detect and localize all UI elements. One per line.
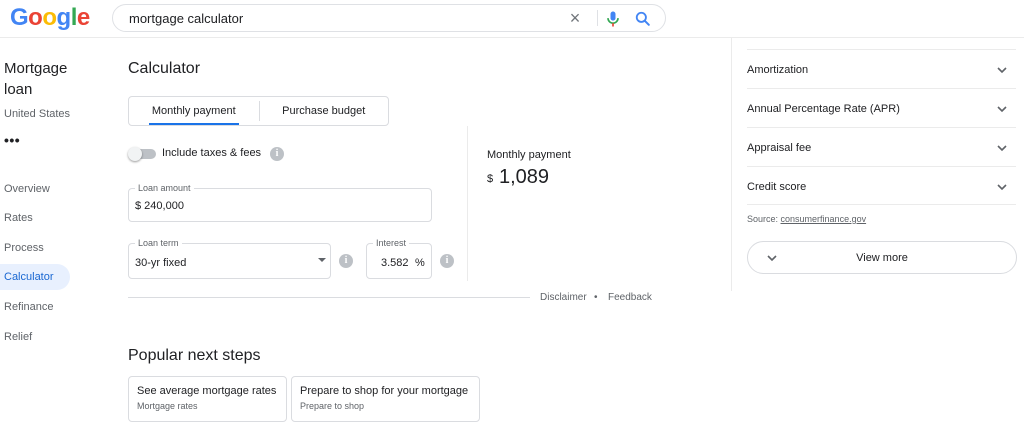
search-box[interactable]: mortgage calculator × — [112, 4, 666, 32]
disclaimer-link[interactable]: Disclaimer — [540, 292, 587, 303]
include-taxes-toggle[interactable] — [128, 147, 158, 161]
monthly-payment-amount: 1,089 — [499, 166, 550, 188]
logo-letter: o — [28, 4, 43, 31]
nav-item-process[interactable]: Process — [0, 235, 70, 261]
faq-item-appraisal-fee[interactable]: Appraisal fee — [747, 127, 1016, 166]
loan-term-select[interactable]: Loan term 30-yr fixed — [128, 238, 331, 279]
nav-item-refinance[interactable]: Refinance — [0, 294, 70, 320]
chevron-down-icon — [997, 184, 1007, 191]
nav-item-overview[interactable]: Overview — [0, 176, 70, 202]
loan-amount-label: Loan amount — [135, 183, 194, 194]
loan-term-label: Loan term — [135, 238, 182, 249]
loan-amount-field[interactable]: Loan amount $ 240,000 — [128, 183, 432, 222]
nav-item-rates[interactable]: Rates — [0, 205, 70, 231]
source-link[interactable]: consumerfinance.gov — [781, 214, 867, 224]
right-panel-border — [731, 38, 732, 291]
chevron-down-icon — [997, 67, 1007, 74]
next-step-card[interactable]: Prepare to shop for your mortgage Prepar… — [291, 376, 480, 422]
logo-letter: G — [10, 4, 29, 31]
mic-icon[interactable] — [603, 9, 623, 29]
next-step-title: See average mortgage rates — [137, 385, 277, 397]
view-more-label: View more — [856, 252, 908, 264]
next-step-subtitle: Mortgage rates — [137, 401, 198, 411]
faq-label: Credit score — [747, 181, 807, 193]
tab-purchase-budget[interactable]: Purchase budget — [260, 97, 389, 125]
feedback-link[interactable]: Feedback — [608, 292, 652, 303]
info-icon[interactable]: i — [440, 254, 454, 268]
monthly-payment-currency: $ — [487, 173, 494, 185]
header: Google mortgage calculator × — [0, 0, 1024, 38]
chevron-down-icon — [997, 145, 1007, 152]
faq-item-credit-score[interactable]: Credit score — [747, 166, 1016, 205]
topic-title: Mortgage loan — [4, 60, 68, 98]
search-icon[interactable] — [633, 9, 653, 29]
include-taxes-label: Include taxes & fees — [162, 147, 262, 159]
faq-label: Appraisal fee — [747, 142, 812, 154]
calculator-title: Calculator — [128, 60, 201, 77]
nav-item-calculator[interactable]: Calculator — [0, 264, 70, 290]
faq-item-apr[interactable]: Annual Percentage Rate (APR) — [747, 88, 1016, 127]
toggle-knob — [128, 147, 142, 161]
interest-value[interactable]: 3.582 — [381, 257, 409, 269]
logo-letter: e — [76, 4, 90, 31]
logo-letter: o — [42, 4, 57, 31]
next-step-subtitle: Prepare to shop — [300, 401, 365, 411]
search-divider — [597, 10, 598, 26]
search-input[interactable]: mortgage calculator — [129, 11, 243, 26]
chevron-down-icon — [997, 106, 1007, 113]
source-attribution: Source: consumerfinance.gov — [747, 214, 866, 224]
view-more-button[interactable]: View more — [747, 241, 1017, 274]
interest-unit: % — [415, 257, 425, 269]
logo-letter: g — [56, 4, 72, 31]
source-prefix: Source: — [747, 214, 781, 224]
interest-field[interactable]: Interest 3.582 % — [366, 238, 432, 279]
faq-item-amortization[interactable]: Amortization — [747, 49, 1016, 88]
footer-divider — [128, 297, 530, 298]
google-logo[interactable]: Google — [10, 4, 90, 32]
loan-amount-value[interactable]: $ 240,000 — [135, 200, 184, 212]
info-icon[interactable]: i — [270, 147, 284, 161]
next-step-card[interactable]: See average mortgage rates Mortgage rate… — [128, 376, 287, 422]
faq-label: Amortization — [747, 64, 809, 76]
info-icon[interactable]: i — [339, 254, 353, 268]
topic-subtitle: United States — [4, 108, 71, 120]
loan-term-value: 30-yr fixed — [135, 257, 187, 269]
result-divider — [467, 126, 468, 281]
faq-label: Annual Percentage Rate (APR) — [747, 103, 900, 115]
more-options-icon[interactable]: ••• — [4, 132, 20, 148]
nav-item-relief[interactable]: Relief — [0, 324, 70, 350]
close-icon[interactable]: × — [565, 8, 585, 28]
footer-separator: • — [594, 292, 598, 303]
calculator-tabs: Monthly payment Purchase budget — [128, 96, 389, 126]
next-steps-title: Popular next steps — [128, 347, 261, 364]
dropdown-arrow-icon — [318, 258, 326, 262]
next-step-title: Prepare to shop for your mortgage — [300, 385, 469, 397]
interest-label: Interest — [373, 238, 410, 249]
monthly-payment-label: Monthly payment — [487, 149, 571, 161]
tab-monthly-payment[interactable]: Monthly payment — [129, 97, 259, 125]
